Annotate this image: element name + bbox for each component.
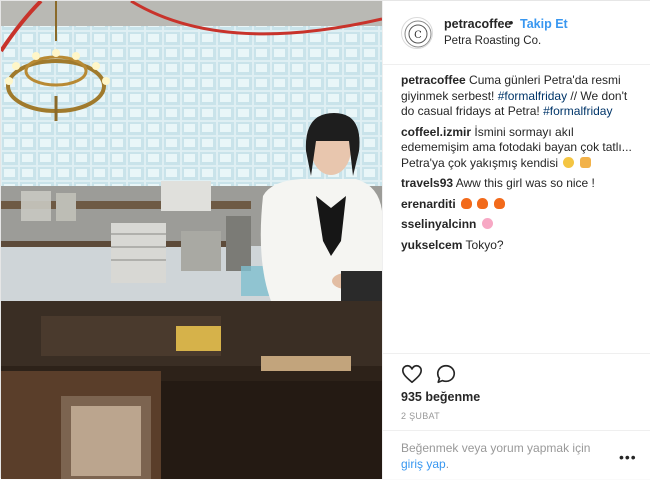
header-username[interactable]: petracoffee — [444, 17, 511, 31]
separator-dot: • — [509, 16, 514, 30]
smile-emoji-icon — [563, 156, 575, 168]
caption: petracoffee Cuma günleri Petra'da resmi … — [401, 73, 641, 120]
likes-count[interactable]: 935 beğenme — [401, 390, 480, 404]
comment-username[interactable]: coffeel.izmir — [401, 125, 471, 139]
post-date[interactable]: 2 ŞUBAT — [401, 411, 440, 421]
hashtag-link[interactable]: #formalfriday — [498, 89, 567, 103]
avatar[interactable]: C — [401, 17, 433, 49]
post-actions: 935 beğenme 2 ŞUBAT Beğenmek veya yorum … — [383, 353, 650, 479]
follow-button[interactable]: Takip Et — [520, 17, 568, 31]
petra-logo-icon: C — [404, 20, 432, 48]
post-sidebar: C petracoffee • Takip Et Petra Roasting … — [382, 1, 650, 479]
fire-emoji-icon — [477, 197, 489, 209]
instagram-post: C petracoffee • Takip Et Petra Roasting … — [0, 0, 650, 479]
comment-username[interactable]: erenarditi — [401, 197, 456, 211]
login-bar: Beğenmek veya yorum yapmak için giriş ya… — [383, 430, 650, 480]
login-prompt: Beğenmek veya yorum yapmak için giriş ya… — [401, 441, 613, 472]
comment-username[interactable]: yukselcem — [401, 238, 462, 252]
location-link[interactable]: Petra Roasting Co. — [444, 35, 541, 47]
hashtag-link[interactable]: #formalfriday — [543, 104, 612, 118]
comment-text: Aww this girl was so nice ! — [455, 176, 595, 190]
comment-text: Tokyo? — [465, 237, 504, 252]
fire-emoji-icon — [493, 197, 505, 209]
post-header: C petracoffee • Takip Et Petra Roasting … — [383, 1, 650, 65]
heart-icon[interactable] — [401, 363, 423, 385]
fire-emoji-icon — [461, 197, 473, 209]
comment-username[interactable]: travels93 — [401, 176, 453, 190]
comments-list: petracoffee Cuma günleri Petra'da resmi … — [401, 73, 641, 258]
caption-username[interactable]: petracoffee — [401, 73, 466, 87]
login-link[interactable]: giriş yap — [401, 457, 446, 471]
login-prompt-text: Beğenmek veya yorum yapmak için — [401, 441, 591, 455]
comment-item: coffeel.izmir İsmini sormayı akıl edemem… — [401, 125, 641, 172]
comment-item: yukselcem Tokyo? — [401, 238, 641, 254]
more-options-icon[interactable]: ••• — [619, 449, 637, 465]
comment-item: travels93 Aww this girl was so nice ! — [401, 176, 641, 192]
fingers-crossed-emoji-icon — [579, 156, 591, 168]
blossom-emoji-icon — [481, 218, 493, 229]
cafe-photo-illustration — [1, 1, 382, 479]
post-photo[interactable] — [1, 1, 382, 479]
svg-text:C: C — [414, 30, 422, 41]
comment-username[interactable]: sselinyalcinn — [401, 217, 476, 231]
comment-icon[interactable] — [435, 363, 457, 385]
comment-item: erenarditi — [401, 197, 641, 213]
login-period: . — [445, 456, 450, 471]
comment-item: sselinyalcinn — [401, 217, 641, 233]
